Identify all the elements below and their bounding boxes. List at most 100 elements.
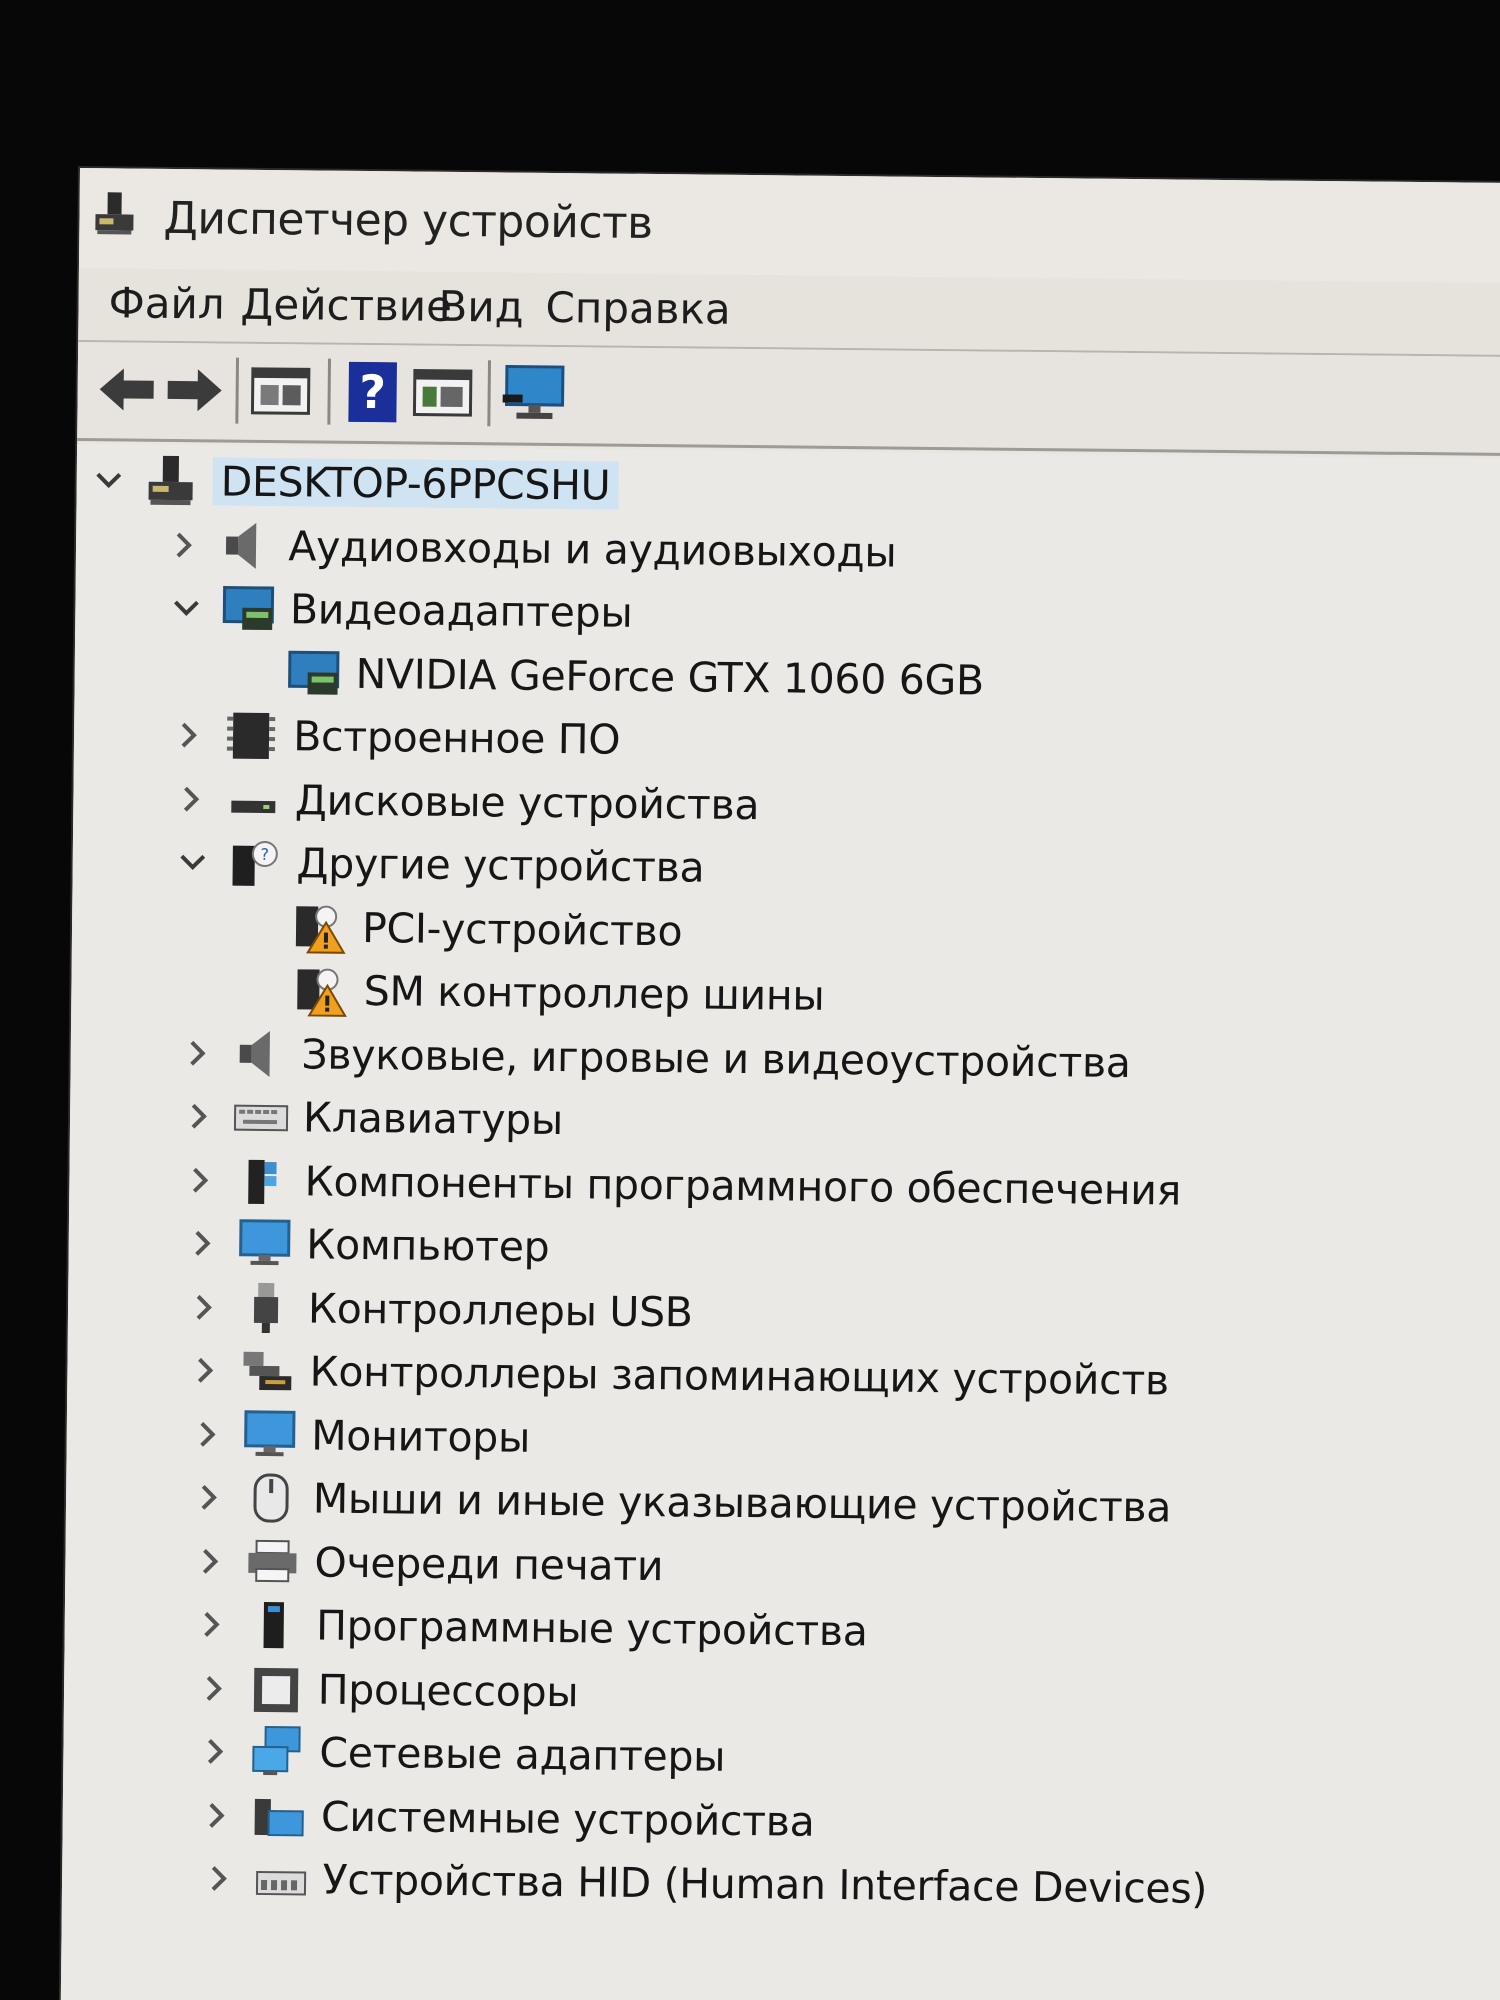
unknown-device-icon: ? xyxy=(232,840,278,886)
tree-category[interactable]: Клавиатуры xyxy=(179,1086,564,1150)
tree-category[interactable]: Аудиовходы и аудиовыходы xyxy=(164,514,897,582)
tree-item-label: SM контроллер шины xyxy=(363,967,825,1020)
chevron-right-icon[interactable] xyxy=(198,1858,238,1898)
monitor-icon xyxy=(238,1219,291,1266)
scan-hardware-monitor-icon xyxy=(502,364,565,419)
tree-item-label: Компоненты программного обеспечения xyxy=(304,1156,1182,1215)
chevron-right-icon[interactable] xyxy=(179,1096,219,1136)
menu-view[interactable]: Вид xyxy=(438,282,524,332)
tree-category[interactable]: Контроллеры USB xyxy=(184,1277,693,1342)
chevron-down-icon[interactable] xyxy=(172,842,212,882)
tree-item-label: Очереди печати xyxy=(314,1538,664,1590)
tree-category[interactable]: Процессоры xyxy=(193,1658,579,1722)
processor-icon xyxy=(253,1667,298,1712)
chevron-right-icon[interactable] xyxy=(182,1223,222,1263)
toolbar-separator xyxy=(235,357,240,424)
tree-item-label: Мыши и иные указывающие устройства xyxy=(312,1474,1172,1532)
chevron-right-icon[interactable] xyxy=(190,1541,230,1581)
forward-button[interactable] xyxy=(159,355,230,426)
software-device-icon xyxy=(263,1602,285,1649)
svg-text:?: ? xyxy=(260,845,269,864)
chevron-right-icon[interactable] xyxy=(171,778,211,818)
toolbar-separator xyxy=(327,358,332,425)
tree-category[interactable]: Мыши и иные указывающие устройства xyxy=(189,1467,1172,1537)
tree-category[interactable]: ? Другие устройства xyxy=(172,832,705,898)
tree-item-label: Сетевые адаптеры xyxy=(319,1728,726,1781)
tree-item-label: Программные устройства xyxy=(315,1601,868,1656)
chevron-right-icon[interactable] xyxy=(187,1414,227,1454)
chevron-down-icon[interactable] xyxy=(89,460,129,500)
chevron-right-icon[interactable] xyxy=(194,1668,234,1708)
warning-device-icon xyxy=(297,968,348,1017)
tree-item-label: Мониторы xyxy=(310,1410,531,1462)
chevron-down-icon[interactable] xyxy=(166,588,206,628)
tree-device[interactable]: SM контроллер шины xyxy=(239,960,825,1026)
chevron-right-icon[interactable] xyxy=(192,1604,232,1644)
back-button[interactable] xyxy=(91,354,162,425)
scan-hardware-button[interactable] xyxy=(499,358,570,429)
firmware-chip-icon xyxy=(227,712,276,760)
software-component-icon xyxy=(248,1159,277,1204)
chevron-right-icon[interactable] xyxy=(164,524,204,564)
tree-category[interactable]: Видеоадаптеры xyxy=(166,578,633,643)
tree-device[interactable]: NVIDIA GeForce GTX 1060 6GB xyxy=(231,642,984,710)
tree-item-label: Другие устройства xyxy=(296,839,705,892)
tree-item-label: Устройства HID (Human Interface Devices) xyxy=(322,1855,1208,1913)
properties-button[interactable] xyxy=(245,356,316,427)
tree-category[interactable]: Устройства HID (Human Interface Devices) xyxy=(198,1848,1207,1919)
chevron-right-icon[interactable] xyxy=(177,1033,217,1073)
menu-action[interactable]: Действие xyxy=(240,280,452,331)
tree-item-label: Клавиатуры xyxy=(302,1093,564,1145)
device-tree: DESKTOP-6PPCSHU Аудиовходы и аудиовыходы В… xyxy=(60,443,1500,2000)
menu-help[interactable]: Справка xyxy=(545,283,731,334)
usb-plug-icon xyxy=(253,1282,279,1333)
network-adapter-icon xyxy=(252,1726,301,1776)
tree-item-label: Аудиовходы и аудиовыходы xyxy=(288,521,897,577)
toolbar: ? xyxy=(77,341,1500,457)
update-driver-window-icon xyxy=(412,369,473,417)
chevron-right-icon[interactable] xyxy=(184,1287,224,1327)
tree-item-label: Компьютер xyxy=(306,1220,550,1271)
tree-item-label: Контроллеры USB xyxy=(307,1283,693,1336)
tree-category[interactable]: Встроенное ПО xyxy=(169,705,621,770)
update-driver-button[interactable] xyxy=(407,357,478,428)
tree-item-label: Встроенное ПО xyxy=(292,712,621,764)
chevron-right-icon[interactable] xyxy=(169,715,209,755)
tree-item-label: NVIDIA GeForce GTX 1060 6GB xyxy=(355,649,985,704)
tree-category[interactable]: Мониторы xyxy=(187,1404,531,1468)
tree-category[interactable]: Системные устройства xyxy=(197,1785,815,1851)
back-arrow-icon xyxy=(99,368,154,411)
chevron-right-icon[interactable] xyxy=(180,1160,220,1200)
help-icon: ? xyxy=(348,361,397,423)
tree-category[interactable]: Звуковые, игровые и видеоустройства xyxy=(177,1023,1131,1093)
title-bar[interactable]: Диспетчер устройств xyxy=(78,168,1500,284)
chevron-right-icon[interactable] xyxy=(197,1795,237,1835)
tree-category[interactable]: Дисковые устройства xyxy=(171,768,760,834)
tree-category[interactable]: Компьютер xyxy=(182,1213,550,1277)
chevron-right-icon[interactable] xyxy=(195,1731,235,1771)
help-button[interactable]: ? xyxy=(337,357,408,428)
svg-text:?: ? xyxy=(359,365,386,419)
tree-category[interactable]: Сетевые адаптеры xyxy=(195,1721,726,1787)
tree-category[interactable]: Программные устройства xyxy=(192,1594,868,1661)
tree-item-label: Звуковые, игровые и видеоустройства xyxy=(301,1029,1131,1087)
chevron-right-icon[interactable] xyxy=(185,1350,225,1390)
display-adapter-icon xyxy=(222,586,274,631)
chevron-right-icon[interactable] xyxy=(189,1477,229,1517)
tree-category[interactable]: Контроллеры запоминающих устройств xyxy=(185,1340,1169,1410)
tree-item-label: Видеоадаптеры xyxy=(289,585,633,637)
keyboard-icon xyxy=(233,1104,289,1132)
window-title: Диспетчер устройств xyxy=(163,192,653,249)
tree-category[interactable]: Очереди печати xyxy=(190,1531,663,1596)
disk-drive-icon xyxy=(230,800,275,813)
menu-file[interactable]: Файл xyxy=(108,278,225,328)
tree-item-label: Контроллеры запоминающих устройств xyxy=(309,1347,1170,1405)
tree-root-computer[interactable]: DESKTOP-6PPCSHU xyxy=(88,450,619,516)
tree-category[interactable]: Компоненты программного обеспечения xyxy=(180,1150,1181,1220)
storage-controller-icon xyxy=(243,1351,292,1391)
tree-device[interactable]: PCI-устройство xyxy=(238,896,683,961)
device-manager-icon xyxy=(95,192,134,235)
monitor-icon xyxy=(243,1409,296,1456)
